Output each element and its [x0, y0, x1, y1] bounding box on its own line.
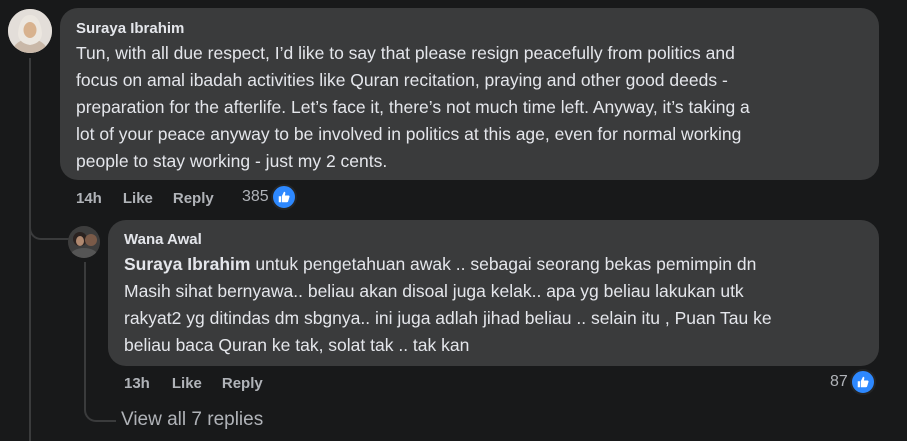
reply-button[interactable]: Reply: [222, 375, 263, 392]
reaction-summary[interactable]: 87: [830, 369, 876, 395]
reply-line: beliau baca Quran ke tak, solat tak .. t…: [124, 335, 470, 355]
thread-line-branch: [29, 226, 69, 240]
comment-bubble: Suraya Ibrahim Tun, with all due respect…: [60, 8, 879, 180]
reply-button[interactable]: Reply: [173, 190, 214, 207]
reply-author[interactable]: Wana Awal: [124, 231, 863, 249]
comment-author[interactable]: Suraya Ibrahim: [76, 20, 863, 38]
comment-line: lot of your peace anyway to be involved …: [76, 124, 742, 144]
thumbs-up-icon: [849, 369, 876, 395]
thread-line-viewall: [84, 398, 116, 422]
reaction-count: 385: [242, 188, 269, 205]
reaction-count: 87: [830, 373, 848, 390]
reply-line-rest: untuk pengetahuan awak .. sebagai seoran…: [250, 254, 757, 274]
comment-line: preparation for the afterlife. Let’s fac…: [76, 97, 750, 117]
thread-line-main: [29, 58, 31, 441]
comment-line: people to stay working - just my 2 cents…: [76, 151, 388, 171]
avatar-image: [8, 9, 52, 53]
thumbs-up-icon: [270, 184, 297, 210]
comment-line: Tun, with all due respect, I’d like to s…: [76, 43, 735, 63]
comment-timestamp[interactable]: 14h: [76, 190, 102, 207]
avatar[interactable]: [8, 9, 52, 53]
reply-line: Suraya Ibrahim untuk pengetahuan awak ..…: [124, 251, 863, 278]
like-button[interactable]: Like: [172, 375, 202, 392]
comment-text: Tun, with all due respect, I’d like to s…: [76, 40, 863, 175]
comment-actions: 14h Like Reply: [76, 188, 214, 208]
reaction-summary[interactable]: 385: [242, 184, 297, 210]
comment-line: focus on amal ibadah activities like Qur…: [76, 70, 728, 90]
reply-timestamp[interactable]: 13h: [124, 375, 150, 392]
reply-line: Masih sihat bernyawa.. beliau akan disoa…: [124, 281, 744, 301]
reply-actions: 13h Like Reply: [124, 373, 263, 393]
view-all-replies-link[interactable]: View all 7 replies: [121, 409, 263, 431]
mention-link[interactable]: Suraya Ibrahim: [124, 254, 250, 274]
avatar[interactable]: [68, 226, 100, 258]
thread-line-reply: [84, 262, 86, 402]
like-button[interactable]: Like: [123, 190, 153, 207]
reply-line: rakyat2 yg ditindas dm sbgnya.. ini juga…: [124, 308, 772, 328]
reply-bubble: Wana Awal Suraya Ibrahim untuk pengetahu…: [108, 220, 879, 366]
reply-text: Suraya Ibrahim untuk pengetahuan awak ..…: [124, 251, 863, 359]
avatar-image: [68, 226, 100, 258]
